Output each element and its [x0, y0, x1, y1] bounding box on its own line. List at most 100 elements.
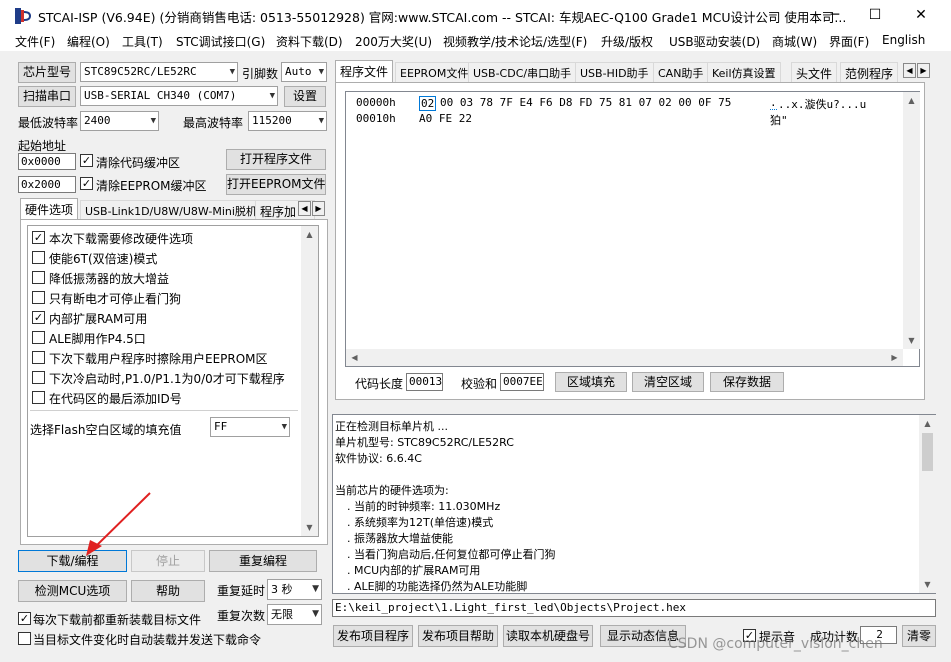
menu-video[interactable]: 视频教学/技术论坛/选型(F): [443, 33, 587, 50]
max-baud-select[interactable]: 115200 ▼: [248, 111, 327, 131]
repeat-count-value: 无限: [271, 608, 293, 621]
log-line: 当前芯片的硬件选项为:: [335, 484, 449, 497]
settings-button[interactable]: 设置: [284, 86, 326, 107]
menu-usb-driver[interactable]: USB驱动安装(D): [669, 33, 760, 50]
menu-debug[interactable]: STC调试接口(G): [176, 33, 265, 50]
tab-keil[interactable]: Keil仿真设置: [707, 62, 781, 82]
open-eeprom-file-button[interactable]: 打开EEPROM文件: [226, 174, 326, 195]
tab-hardware-options[interactable]: 硬件选项: [20, 198, 79, 220]
scroll-up-icon[interactable]: ▲: [903, 92, 920, 109]
scroll-right-icon[interactable]: ▶: [886, 349, 903, 366]
hex-hscrollbar[interactable]: ◀ ▶: [346, 349, 903, 366]
log-output[interactable]: 正在检测目标单片机 ... 单片机型号: STC89C52RC/LE52RC 软…: [332, 414, 936, 594]
tab-can[interactable]: CAN助手: [653, 62, 709, 82]
tab-scroll-left-icon[interactable]: ◀: [298, 201, 311, 216]
tab-scroll-right-icon[interactable]: ▶: [312, 201, 325, 216]
option-checkbox[interactable]: ✓: [32, 311, 45, 324]
option-checkbox[interactable]: [32, 391, 45, 404]
fill-area-button[interactable]: 区域填充: [555, 372, 627, 392]
clear-count-button[interactable]: 清零: [902, 625, 936, 647]
tab-usb-link[interactable]: USB-Link1D/U8W/U8W-Mini脱机: [80, 200, 262, 220]
tab-eeprom-file[interactable]: EEPROM文件: [395, 62, 474, 82]
option-label: 本次下载需要修改硬件选项: [49, 232, 194, 246]
clear-code-checkbox[interactable]: ✓: [80, 154, 93, 167]
close-button[interactable]: ✕: [898, 0, 944, 31]
scan-port-button[interactable]: 扫描串口: [18, 86, 76, 107]
maximize-button[interactable]: ☐: [852, 0, 898, 31]
option-label: ALE脚用作P4.5口: [49, 332, 146, 346]
port-select[interactable]: USB-SERIAL CH340 (COM7) ▼: [80, 86, 278, 106]
divider: [30, 410, 298, 411]
read-disk-id-button[interactable]: 读取本机硬盘号: [503, 625, 593, 647]
open-program-file-button[interactable]: 打开程序文件: [226, 149, 326, 170]
scroll-up-icon[interactable]: ▲: [919, 415, 936, 432]
hex-view[interactable]: 00000h 02 00 03 78 7F E4 F6 D8 FD 75 81 …: [345, 91, 920, 367]
log-scrollbar[interactable]: ▲ ▼: [919, 415, 936, 593]
publish-help-button[interactable]: 发布项目帮助: [418, 625, 498, 647]
tab-example[interactable]: 范例程序: [840, 62, 899, 82]
save-data-button[interactable]: 保存数据: [710, 372, 784, 392]
option-label: 下次冷启动时,P1.0/P1.1为0/0才可下载程序: [49, 372, 285, 386]
option-checkbox[interactable]: [32, 251, 45, 264]
start-address-label: 起始地址: [18, 139, 67, 153]
code-address-input[interactable]: 0x0000: [18, 153, 76, 170]
option-label: 降低振荡器的放大增益: [49, 272, 170, 286]
chevron-down-icon: ▼: [318, 67, 324, 77]
tab-usb-hid[interactable]: USB-HID助手: [575, 62, 654, 82]
menu-tools[interactable]: 工具(T): [122, 33, 163, 50]
repeat-count-select[interactable]: 无限 ▼: [267, 604, 322, 625]
min-baud-select[interactable]: 2400 ▼: [80, 111, 159, 131]
clear-area-button[interactable]: 清空区域: [632, 372, 704, 392]
scroll-down-icon[interactable]: ▼: [919, 576, 936, 593]
option-checkbox[interactable]: [32, 371, 45, 384]
scroll-up-icon[interactable]: ▲: [301, 226, 318, 243]
max-baud-value: 115200: [252, 114, 292, 127]
menu-ui[interactable]: 界面(F): [829, 33, 869, 50]
menu-download[interactable]: 资料下载(D): [276, 33, 343, 50]
scroll-thumb[interactable]: [922, 433, 933, 471]
app-icon: [15, 8, 31, 24]
tab-scroll-left-icon[interactable]: ◀: [903, 63, 916, 78]
min-baud-label: 最低波特率: [18, 116, 79, 130]
chip-model-button[interactable]: 芯片型号: [18, 62, 76, 83]
option-checkbox[interactable]: [32, 271, 45, 284]
scroll-left-icon[interactable]: ◀: [346, 349, 363, 366]
menu-file[interactable]: 文件(F): [15, 33, 55, 50]
scroll-down-icon[interactable]: ▼: [301, 519, 318, 536]
publish-program-button[interactable]: 发布项目程序: [333, 625, 413, 647]
hex-ascii: 狛": [770, 114, 788, 127]
help-button[interactable]: 帮助: [131, 580, 205, 602]
hex-file-path[interactable]: E:\keil_project\1.Light_first_led\Object…: [332, 599, 936, 617]
hex-cursor-byte[interactable]: 02: [419, 96, 437, 111]
menu-upgrade[interactable]: 升级/版权: [601, 33, 653, 50]
scroll-down-icon[interactable]: ▼: [903, 332, 920, 349]
repeat-delay-select[interactable]: 3 秒 ▼: [267, 579, 322, 600]
reload-before-download-checkbox[interactable]: ✓: [18, 612, 31, 625]
options-scrollbar[interactable]: ▲ ▼: [301, 226, 318, 536]
menu-program[interactable]: 编程(O): [67, 33, 110, 50]
eeprom-address-input[interactable]: 0x2000: [18, 176, 76, 193]
option-checkbox[interactable]: [32, 351, 45, 364]
auto-send-label: 当目标文件变化时自动装载并发送下载命令: [33, 633, 262, 647]
hex-bytes: A0 FE 22: [419, 112, 472, 125]
tab-header-file[interactable]: 头文件: [791, 62, 838, 82]
menu-english[interactable]: English: [882, 33, 925, 47]
title-bar: STCAI-ISP (V6.94E) (分销商销售电话: 0513-550129…: [0, 0, 951, 31]
hex-vscrollbar[interactable]: ▲ ▼: [903, 92, 920, 349]
pin-count-select[interactable]: Auto ▼: [281, 62, 327, 82]
tab-scroll-right-icon[interactable]: ▶: [917, 63, 930, 78]
detect-mcu-button[interactable]: 检测MCU选项: [18, 580, 127, 602]
menu-prize[interactable]: 200万大奖(U): [355, 33, 432, 50]
option-checkbox[interactable]: ✓: [32, 231, 45, 244]
tab-program-file[interactable]: 程序文件: [335, 60, 394, 82]
clear-eeprom-checkbox[interactable]: ✓: [80, 177, 93, 190]
auto-send-checkbox[interactable]: [18, 632, 31, 645]
option-checkbox[interactable]: [32, 291, 45, 304]
tab-usb-cdc[interactable]: USB-CDC/串口助手: [468, 62, 577, 82]
menu-shop[interactable]: 商城(W): [772, 33, 817, 50]
log-line: 单片机型号: STC89C52RC/LE52RC: [335, 436, 514, 449]
chip-model-select[interactable]: STC89C52RC/LE52RC ▼: [80, 62, 238, 82]
fill-value-select[interactable]: FF ▼: [210, 417, 290, 437]
repeat-program-button[interactable]: 重复编程: [209, 550, 317, 572]
option-checkbox[interactable]: [32, 331, 45, 344]
